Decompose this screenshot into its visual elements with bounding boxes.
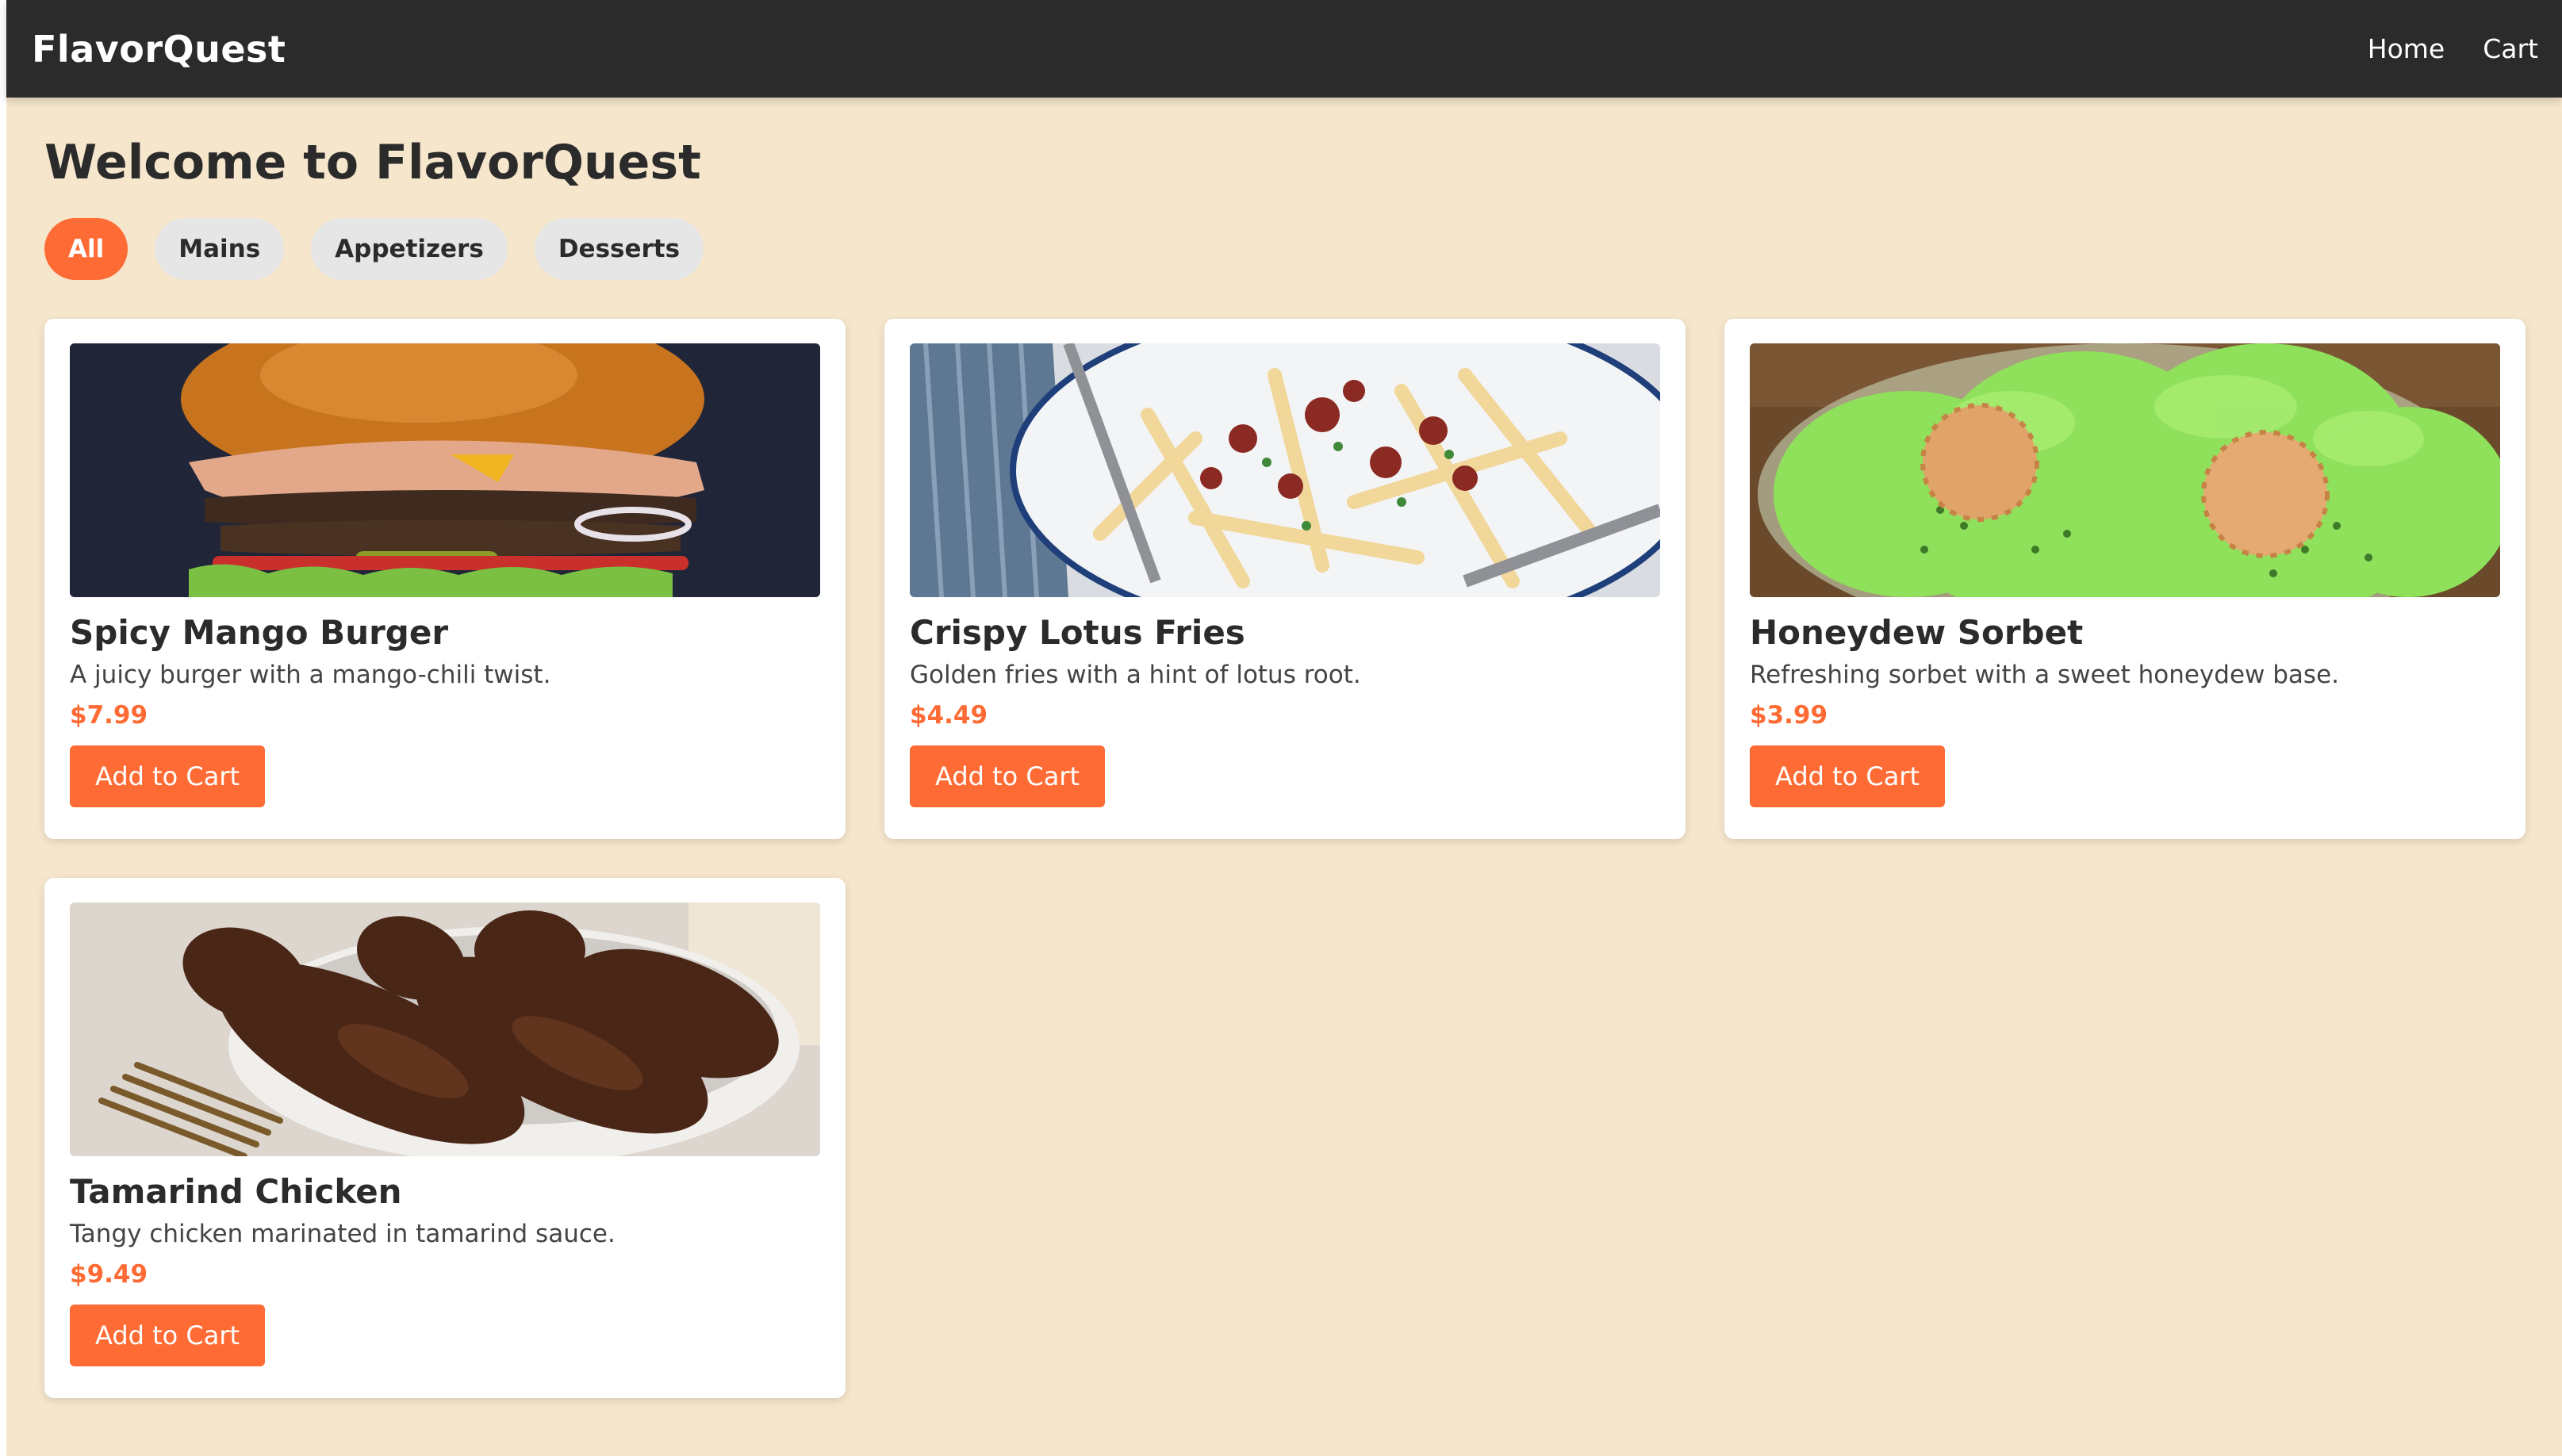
brand-logo[interactable]: FlavorQuest	[32, 28, 286, 71]
add-to-cart-button[interactable]: Add to Cart	[70, 1304, 266, 1366]
filter-mains[interactable]: Mains	[155, 218, 285, 280]
app-root: FlavorQuest Home Cart Welcome to FlavorQ…	[6, 0, 2562, 1456]
item-name: Spicy Mango Burger	[70, 613, 449, 652]
filter-desserts[interactable]: Desserts	[534, 218, 704, 280]
item-price: $4.49	[910, 700, 988, 730]
menu-card-tamarind-chicken: Tamarind Chicken Tangy chicken marinated…	[44, 878, 846, 1398]
item-description: Tangy chicken marinated in tamarind sauc…	[70, 1220, 616, 1249]
item-price: $3.99	[1750, 700, 1828, 730]
main-content: Welcome to FlavorQuest All Mains Appetiz…	[6, 98, 2562, 1398]
fries-photo	[910, 343, 1660, 597]
menu-card-crispy-lotus-fries: Crispy Lotus Fries Golden fries with a h…	[884, 319, 1686, 839]
nav-links: Home Cart	[2368, 33, 2538, 64]
item-name: Honeydew Sorbet	[1750, 613, 2084, 652]
item-price: $9.49	[70, 1259, 148, 1289]
item-price: $7.99	[70, 700, 148, 730]
burger-photo	[70, 343, 820, 597]
add-to-cart-button[interactable]: Add to Cart	[70, 745, 266, 807]
add-to-cart-button[interactable]: Add to Cart	[1750, 745, 1946, 807]
nav-link-cart[interactable]: Cart	[2483, 33, 2538, 64]
item-description: A juicy burger with a mango-chili twist.	[70, 661, 551, 690]
item-name: Crispy Lotus Fries	[910, 613, 1245, 652]
filter-all[interactable]: All	[44, 218, 128, 280]
item-name: Tamarind Chicken	[70, 1172, 402, 1211]
navbar: FlavorQuest Home Cart	[6, 0, 2562, 98]
nav-link-home[interactable]: Home	[2368, 33, 2445, 64]
filter-appetizers[interactable]: Appetizers	[311, 218, 508, 280]
chicken-photo	[70, 902, 820, 1156]
menu-card-honeydew-sorbet: Honeydew Sorbet Refreshing sorbet with a…	[1724, 319, 2526, 839]
menu-card-spicy-mango-burger: Spicy Mango Burger A juicy burger with a…	[44, 319, 846, 839]
item-description: Refreshing sorbet with a sweet honeydew …	[1750, 661, 2340, 690]
item-description: Golden fries with a hint of lotus root.	[910, 661, 1361, 690]
sorbet-photo	[1750, 343, 2500, 597]
add-to-cart-button[interactable]: Add to Cart	[910, 745, 1106, 807]
page-title: Welcome to FlavorQuest	[44, 135, 701, 190]
menu-grid: Spicy Mango Burger A juicy burger with a…	[44, 319, 2526, 1398]
category-filters: All Mains Appetizers Desserts	[44, 218, 2524, 280]
